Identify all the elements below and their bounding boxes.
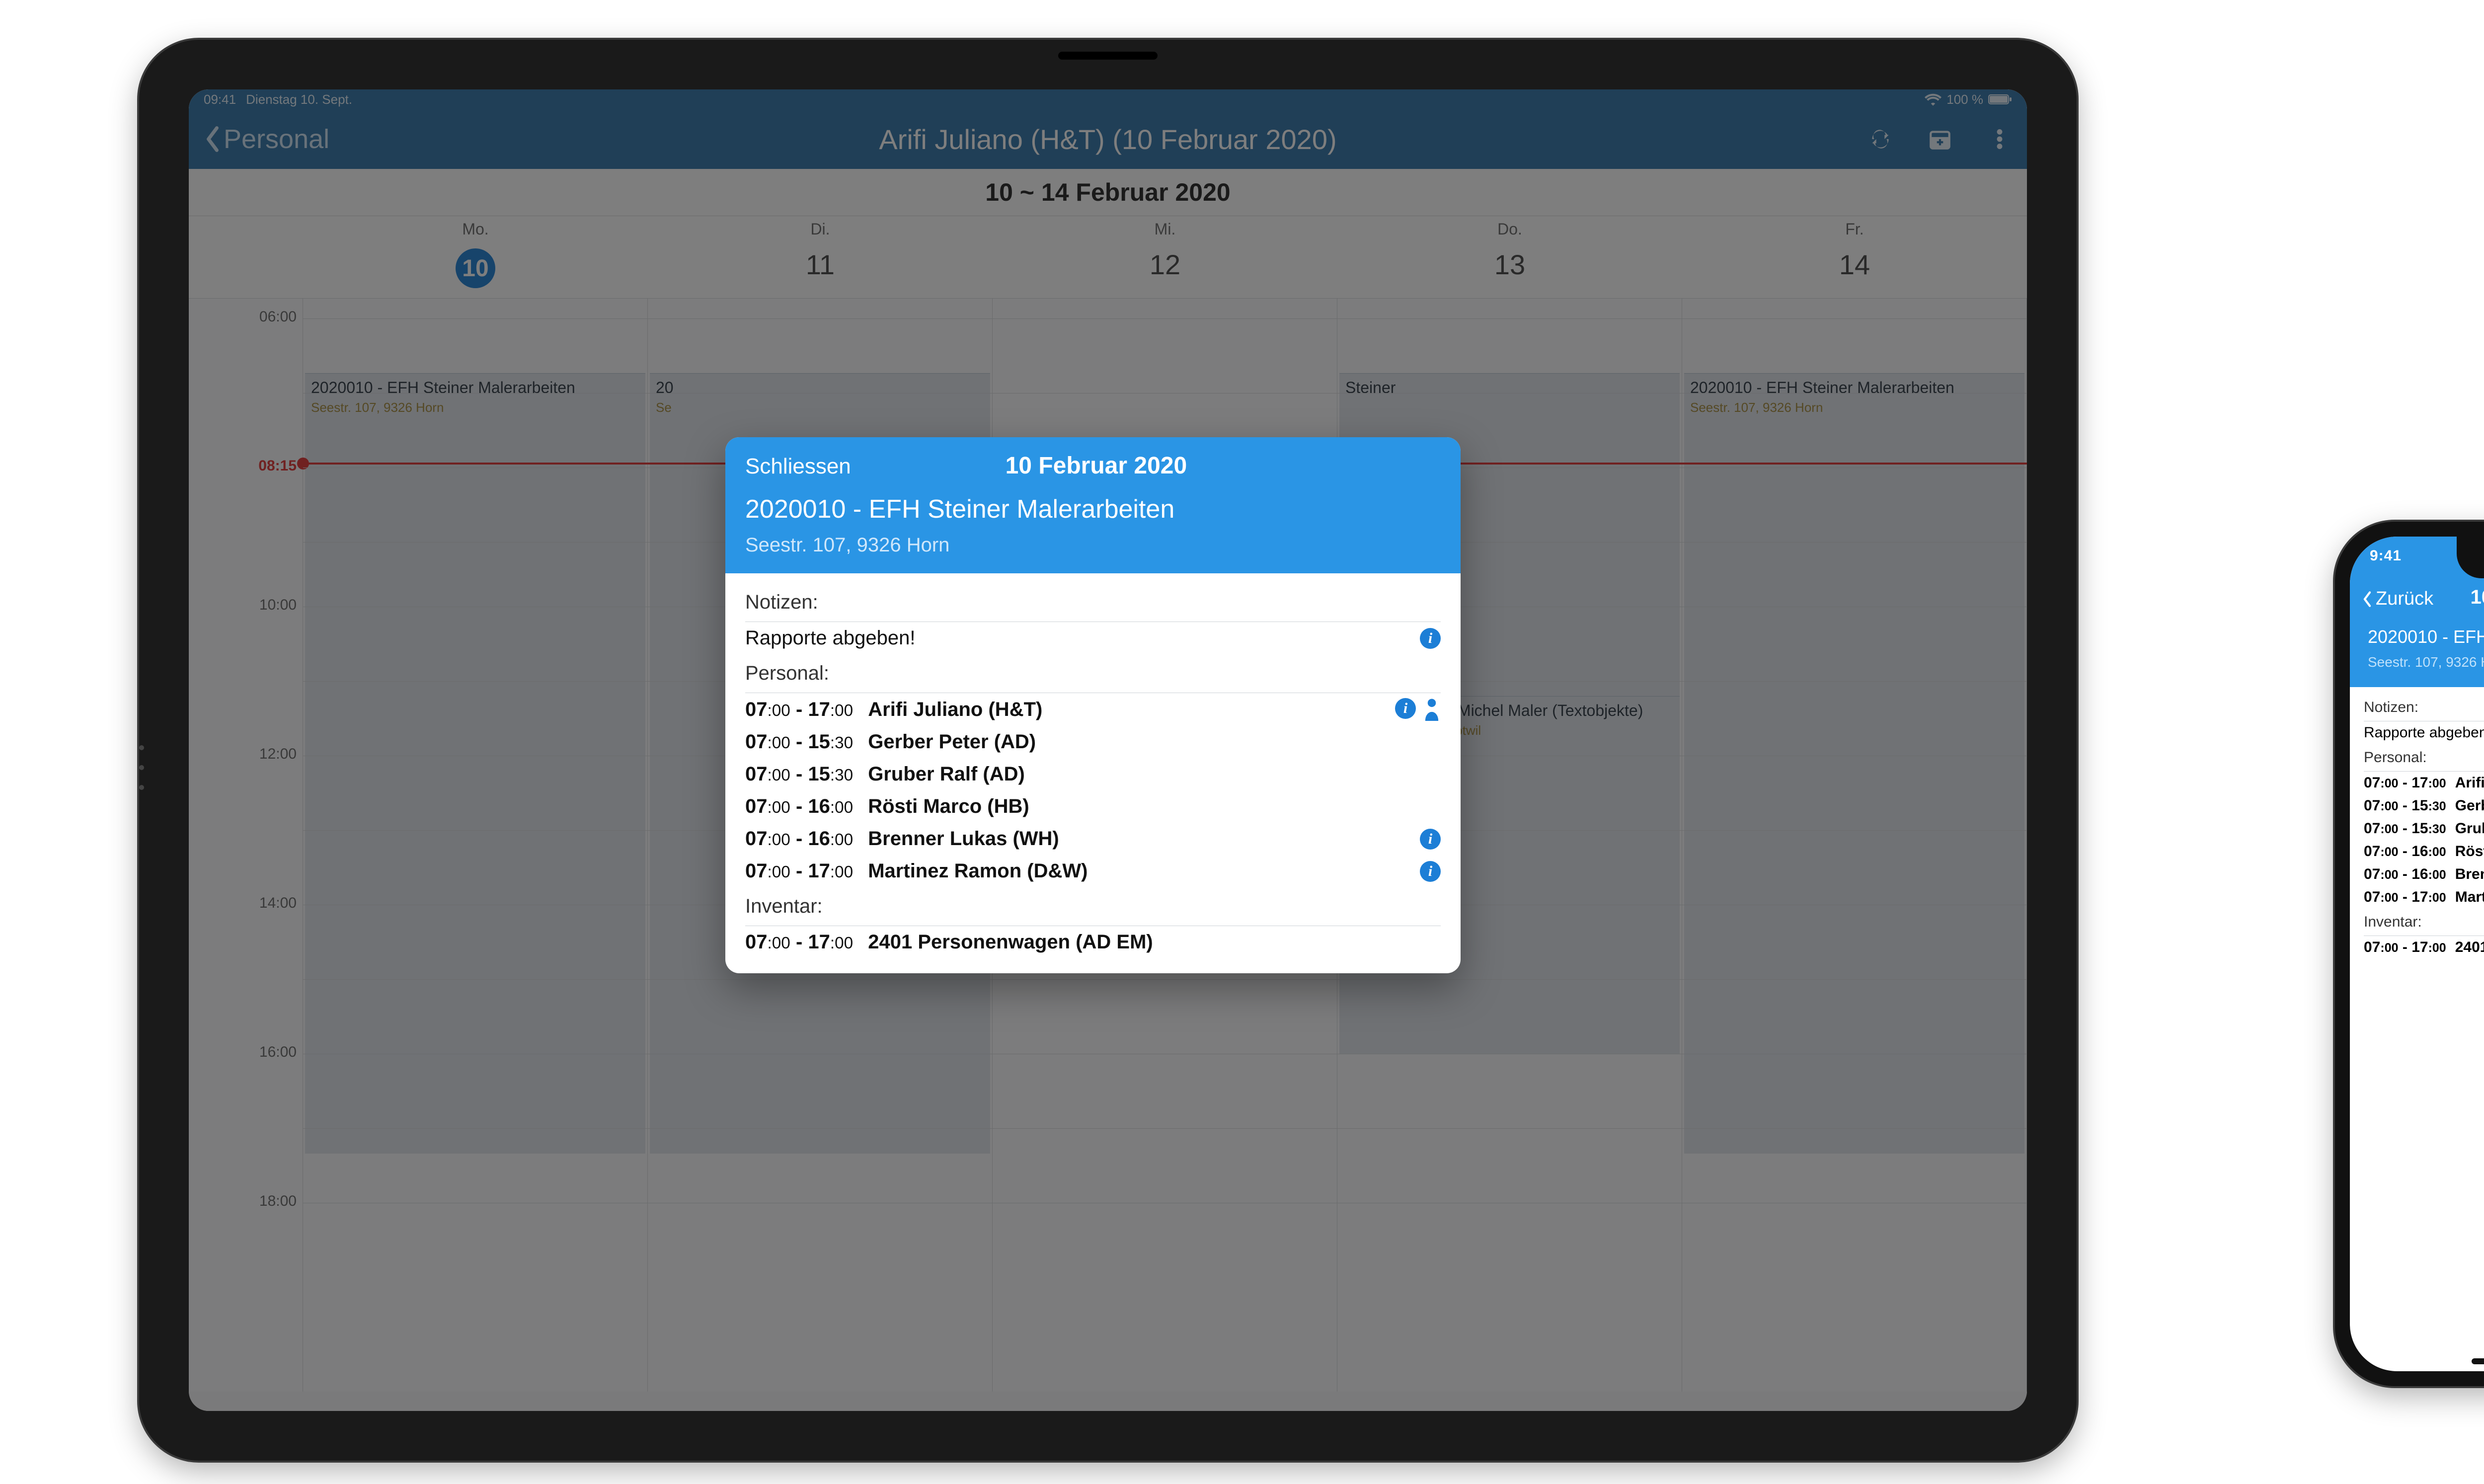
list-item[interactable]: 07:00 - 16:00 Rösti Marco (HB) (745, 790, 1441, 823)
entry-name: Martinez Ramon (D&W) (2455, 889, 2484, 906)
info-icon[interactable]: i (1395, 698, 1416, 719)
section-personal-label: Personal: (2364, 744, 2484, 772)
entry-name: Gerber Peter (AD) (2455, 797, 2484, 814)
ipad-device-frame: 09:41 Dienstag 10. Sept. 100 % (139, 40, 2077, 1461)
person-icon[interactable] (1423, 698, 1441, 721)
section-notes-label: Notizen: (745, 583, 1441, 622)
section-personal-label: Personal: (745, 654, 1441, 693)
ipad-side-connector (139, 745, 144, 790)
list-item[interactable]: 07:00 - 17:00Arifi Juliano (H&T)i (2364, 772, 2484, 794)
time-range: 07:00 - 17:00 (745, 931, 853, 953)
list-item[interactable]: 07:00 - 16:00 Brenner Lukas (WH) i (745, 823, 1441, 855)
time-range: 07:00 - 17:00 (2364, 889, 2446, 906)
list-item[interactable]: 07:00 - 16:00Brenner Lukas (WH)i (2364, 863, 2484, 886)
list-item[interactable]: 07:00 - 15:30 Gruber Ralf (AD) (2364, 817, 2484, 840)
entry-name: Arifi Juliano (H&T) (2455, 775, 2484, 791)
time-range: 07:00 - 16:00 (745, 828, 853, 850)
info-icon[interactable]: i (1420, 628, 1441, 649)
list-item[interactable]: 07:00 - 15:30 Gruber Ralf (AD) (745, 758, 1441, 790)
list-item[interactable]: 07:00 - 16:00 Rösti Marco (HB) (2364, 840, 2484, 863)
info-icon[interactable]: i (1420, 829, 1441, 850)
close-button[interactable]: Schliessen (745, 454, 851, 479)
status-time: 9:41 (2370, 547, 2402, 564)
list-item[interactable]: 07:00 - 15:30 Gerber Peter (AD) (2364, 794, 2484, 817)
list-item[interactable]: 07:00 - 17:00 2401 Personenwagen (AD EM) (745, 926, 1441, 958)
time-range: 07:00 - 16:00 (2364, 843, 2446, 860)
list-item[interactable]: 07:00 - 17:00 2401 Personenwagen (AD EM) (2364, 936, 2484, 959)
section-notes-label: Notizen: (2364, 694, 2484, 721)
iphone-device-frame: 9:41 Zurück 10 Februar 2020 (2335, 522, 2484, 1386)
time-range: 07:00 - 16:00 (745, 795, 853, 818)
note-text: Rapporte abgeben! (2364, 724, 2484, 741)
time-range: 07:00 - 17:00 (2364, 775, 2446, 791)
home-indicator[interactable] (2472, 1358, 2484, 1364)
entry-name: Brenner Lukas (WH) (868, 828, 1059, 850)
section-inventory-label: Inventar: (2364, 909, 2484, 936)
list-item[interactable]: 07:00 - 17:00Martinez Ramon (D&W)i (2364, 886, 2484, 909)
entry-name: Gruber Ralf (AD) (868, 763, 1025, 785)
popover-header: Schliessen 10 Februar 2020 2020010 - EFH… (725, 437, 1461, 573)
time-range: 07:00 - 17:00 (2364, 939, 2446, 956)
entry-name: Gruber Ralf (AD) (2455, 820, 2484, 837)
popover-project-title: 2020010 - EFH Steiner Malerarbeiten (745, 494, 1441, 524)
time-range: 07:00 - 15:30 (745, 731, 853, 753)
phone-address: Seestr. 107, 9326 Horn (2368, 654, 2484, 670)
info-icon[interactable]: i (1420, 861, 1441, 882)
phone-body: Notizen: Rapporte abgeben! i Personal: 0… (2350, 687, 2484, 966)
iphone-screen: 9:41 Zurück 10 Februar 2020 (2350, 537, 2484, 1371)
time-range: 07:00 - 17:00 (745, 860, 853, 882)
event-detail-popover: Schliessen 10 Februar 2020 2020010 - EFH… (725, 437, 1461, 973)
list-item[interactable]: 07:00 - 15:30 Gerber Peter (AD) (745, 726, 1441, 758)
ipad-screen: 09:41 Dienstag 10. Sept. 100 % (189, 89, 2027, 1411)
popover-address: Seestr. 107, 9326 Horn (745, 534, 1441, 556)
entry-name: Rösti Marco (HB) (2455, 843, 2484, 860)
list-item[interactable]: 07:00 - 17:00 Arifi Juliano (H&T) i (745, 693, 1441, 726)
back-button[interactable]: Zurück (2362, 588, 2433, 610)
entry-name: 2401 Personenwagen (AD EM) (2455, 939, 2484, 956)
time-range: 07:00 - 15:30 (2364, 820, 2446, 837)
time-range: 07:00 - 15:30 (745, 763, 853, 785)
phone-project-title: 2020010 - EFH Steiner Malerarbeiten (2368, 626, 2484, 647)
entry-name: Brenner Lukas (WH) (2455, 866, 2484, 883)
note-row: Rapporte abgeben! i (2364, 721, 2484, 744)
popover-date: 10 Februar 2020 (851, 452, 1341, 479)
back-label: Zurück (2376, 588, 2433, 610)
note-row: Rapporte abgeben! i (745, 622, 1441, 654)
section-inventory-label: Inventar: (745, 887, 1441, 926)
time-range: 07:00 - 16:00 (2364, 866, 2446, 883)
time-range: 07:00 - 17:00 (745, 699, 853, 721)
entry-name: Rösti Marco (HB) (868, 795, 1029, 818)
popover-body: Notizen: Rapporte abgeben! i Personal: 0… (725, 573, 1461, 973)
entry-name: 2401 Personenwagen (AD EM) (868, 931, 1153, 953)
time-range: 07:00 - 15:30 (2364, 797, 2446, 814)
entry-name: Gerber Peter (AD) (868, 731, 1036, 753)
entry-name: Martinez Ramon (D&W) (868, 860, 1087, 882)
note-text: Rapporte abgeben! (745, 627, 916, 649)
entry-name: Arifi Juliano (H&T) (868, 699, 1042, 721)
list-item[interactable]: 07:00 - 17:00 Martinez Ramon (D&W) i (745, 855, 1441, 887)
ipad-camera-housing (1058, 52, 1158, 60)
